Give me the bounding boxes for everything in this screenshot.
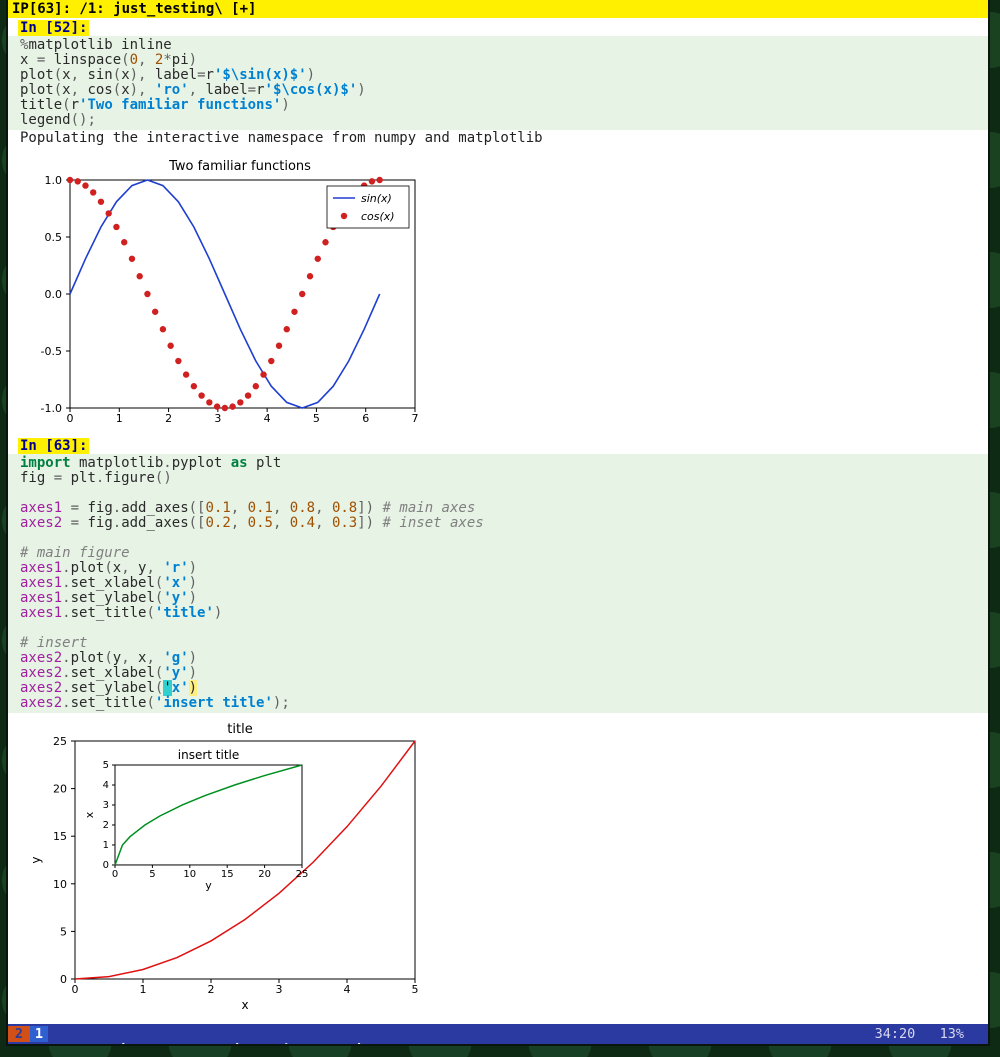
svg-text:0: 0 (103, 860, 109, 871)
cell-code[interactable]: import matplotlib.pyplot as plt fig = pl… (8, 454, 988, 713)
svg-text:0: 0 (67, 412, 74, 425)
emacs-frame: IP[63]: /1: just_testing\ [+] In [52]: %… (8, 0, 988, 1044)
svg-text:insert title: insert title (178, 748, 240, 762)
svg-text:1: 1 (140, 983, 147, 996)
modeline: 2 1 ✱ 717 *ein: 8888/test.ipynb/just_tes… (8, 1024, 988, 1044)
svg-text:5: 5 (103, 760, 109, 771)
svg-text:3: 3 (103, 800, 109, 811)
svg-text:2: 2 (208, 983, 215, 996)
svg-text:15: 15 (221, 869, 234, 880)
svg-text:Two familiar functions: Two familiar functions (168, 159, 311, 174)
svg-text:0.5: 0.5 (45, 231, 63, 244)
frame-titlebar: IP[63]: /1: just_testing\ [+] (8, 0, 988, 18)
svg-text:sin(x): sin(x) (361, 192, 392, 205)
svg-text:4: 4 (103, 780, 109, 791)
svg-text:x: x (83, 811, 96, 818)
svg-text:4: 4 (264, 412, 271, 425)
svg-text:5: 5 (149, 869, 155, 880)
svg-text:25: 25 (53, 735, 67, 748)
svg-text:10: 10 (53, 878, 67, 891)
svg-text:title: title (227, 722, 252, 737)
buffer-content[interactable]: In [52]: %matplotlib inline x = linspace… (8, 18, 988, 1024)
svg-text:10: 10 (183, 869, 196, 880)
svg-text:y: y (205, 879, 212, 892)
modeline-state-badge[interactable]: 1 (30, 1026, 48, 1042)
notebook-cell-1: In [52]: %matplotlib inline x = linspace… (8, 18, 988, 430)
svg-text:20: 20 (53, 783, 67, 796)
svg-text:5: 5 (313, 412, 320, 425)
svg-text:25: 25 (296, 869, 309, 880)
svg-text:4: 4 (344, 983, 351, 996)
modeline-workspace-badge[interactable]: 2 (8, 1026, 30, 1042)
svg-text:5: 5 (412, 983, 419, 996)
cell-prompt: In [52]: (18, 20, 89, 36)
svg-text:3: 3 (214, 412, 221, 425)
svg-text:6: 6 (362, 412, 369, 425)
svg-text:0.0: 0.0 (45, 288, 63, 301)
svg-text:y: y (29, 856, 43, 863)
svg-text:2: 2 (103, 820, 109, 831)
svg-text:-1.0: -1.0 (41, 402, 62, 415)
svg-text:15: 15 (53, 830, 67, 843)
svg-text:cos(x): cos(x) (361, 210, 395, 223)
svg-text:0: 0 (60, 973, 67, 986)
modeline-body: ✱ 717 *ein: 8888/test.ipynb/just_testing… (48, 1024, 875, 1044)
figure-2: title 0123450510152025xy insert title051… (20, 719, 988, 1013)
chart-svg: title 0123450510152025xy insert title051… (20, 719, 420, 1009)
cell-code[interactable]: %matplotlib inline x = linspace(0, 2*pi)… (8, 36, 988, 130)
figure-1: Two familiar functions 0 1 2 3 4 5 6 7 -1.0 -0.5 0… (20, 156, 988, 430)
svg-text:20: 20 (258, 869, 271, 880)
svg-text:0: 0 (72, 983, 79, 996)
svg-text:0: 0 (112, 869, 118, 880)
svg-text:5: 5 (60, 925, 67, 938)
notebook-cell-2: In [63]: import matplotlib.pyplot as plt… (8, 436, 988, 1013)
chart-svg: Two familiar functions 0 1 2 3 4 5 6 7 -1.0 -0.5 0… (20, 156, 420, 426)
cell-stdout: Populating the interactive namespace fro… (8, 130, 988, 150)
svg-text:1.0: 1.0 (45, 174, 63, 187)
cell-prompt: In [63]: (18, 438, 89, 454)
svg-text:-0.5: -0.5 (41, 345, 62, 358)
modeline-buffer-name[interactable]: *ein: 8888/test.ipynb/just_testing* (103, 1042, 387, 1044)
svg-text:1: 1 (116, 412, 123, 425)
svg-text:3: 3 (276, 983, 283, 996)
modeline-position: 34:20 13% (875, 1026, 964, 1042)
svg-text:x: x (241, 998, 248, 1009)
svg-text:1: 1 (103, 840, 109, 851)
svg-text:7: 7 (412, 412, 419, 425)
svg-text:2: 2 (165, 412, 172, 425)
